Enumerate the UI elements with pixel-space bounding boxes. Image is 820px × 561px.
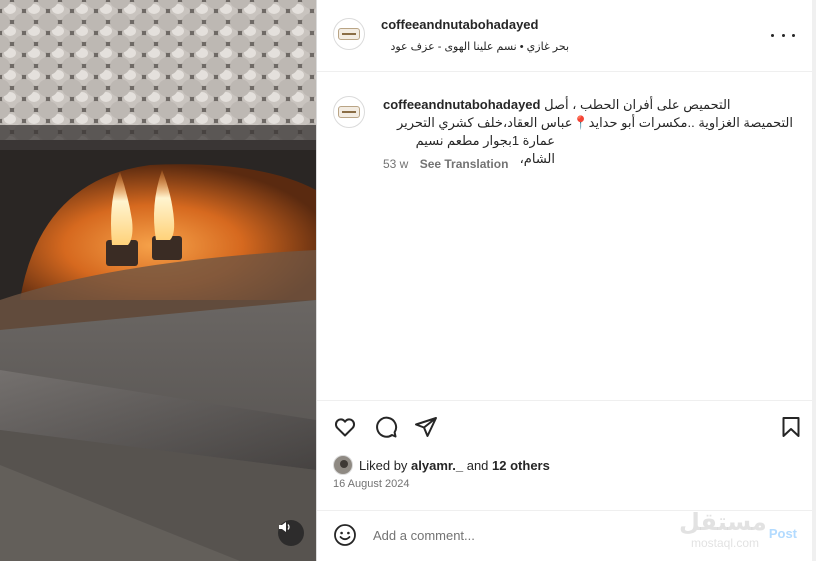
author-avatar[interactable] [333, 18, 365, 50]
smiley-icon[interactable] [333, 523, 357, 547]
instagram-post-modal: coffeeandnutabohadayed بحر غازي • نسم عل… [0, 0, 820, 561]
heart-icon[interactable] [333, 415, 357, 439]
caption-username[interactable]: coffeeandnutabohadayed [383, 97, 540, 112]
caption-author-avatar[interactable] [333, 96, 365, 128]
author-username[interactable]: coffeeandnutabohadayed [381, 17, 538, 32]
bookmark-icon[interactable] [779, 415, 803, 439]
likes-others-link[interactable]: 12 others [492, 458, 550, 473]
brand-logo [338, 28, 360, 40]
caption-text-1: التحميص على أفران الحطب ، أصل [544, 97, 731, 112]
speaker-icon [279, 522, 290, 532]
paper-plane-icon[interactable] [414, 415, 438, 439]
comment-input[interactable] [373, 525, 753, 545]
post-details-panel: coffeeandnutabohadayed بحر غازي • نسم عل… [316, 0, 816, 561]
post-date[interactable]: 16 August 2024 [333, 478, 409, 490]
caption-text-2: التحميصة الغزاوية ..مكسرات أبو حدايد📍عبا… [396, 115, 793, 130]
post-age: 53 w [383, 157, 409, 171]
location-audio-label[interactable]: بحر غازي • نسم علينا الهوى - عزف عود [390, 40, 569, 53]
more-horizontal-icon [771, 33, 774, 37]
likes-conjunction: and [466, 457, 489, 473]
likes-prefix: Liked by [359, 457, 408, 473]
comment-bar: Post [317, 510, 813, 561]
caption-meta: 53 w See Translation [383, 157, 508, 171]
see-translation-link[interactable]: See Translation [420, 157, 509, 171]
liker-username[interactable]: alyamr._ [411, 458, 463, 473]
action-bar [317, 400, 813, 450]
more-options-button[interactable] [771, 27, 795, 43]
post-comment-button[interactable]: Post [769, 526, 797, 541]
caption-line-1: coffeeandnutabohadayed التحميص على أفران… [383, 96, 793, 114]
audio-toggle-button[interactable] [278, 520, 304, 546]
scrollbar[interactable] [812, 0, 816, 561]
oven-video-frame [0, 0, 316, 561]
liker-avatar[interactable] [333, 455, 353, 475]
post-media-video[interactable] [0, 0, 316, 561]
comment-bubble-icon[interactable] [374, 415, 398, 439]
post-header: coffeeandnutabohadayed بحر غازي • نسم عل… [317, 0, 813, 72]
likes-summary: Liked by alyamr._ and 12 others [333, 455, 550, 475]
